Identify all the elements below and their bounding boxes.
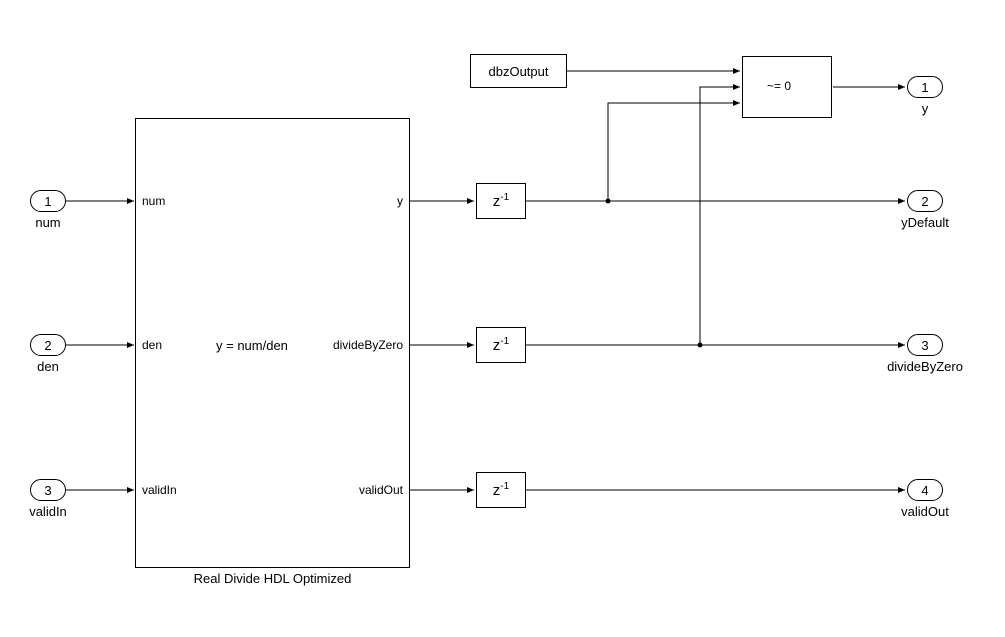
outport-y-label: y	[907, 101, 943, 116]
block-port-label-validout: validOut	[359, 483, 403, 497]
outport-ydefault-label: yDefault	[894, 215, 956, 230]
block-port-label-validin: validIn	[142, 483, 177, 497]
inport-num-label: num	[30, 215, 66, 230]
outport-ydefault[interactable]: 2	[907, 190, 943, 212]
block-delay-validout[interactable]: z-1	[476, 472, 526, 508]
block-switch[interactable]: ~= 0	[742, 56, 832, 118]
block-port-label-y: y	[397, 194, 403, 208]
block-switch-criteria: ~= 0	[767, 79, 791, 93]
block-port-label-num: num	[142, 194, 165, 208]
outport-y[interactable]: 1	[907, 76, 943, 98]
delay-exp: -1	[500, 192, 509, 203]
block-delay-y[interactable]: z-1	[476, 183, 526, 219]
outport-validout[interactable]: 4	[907, 479, 943, 501]
inport-validin-label: validIn	[22, 504, 74, 519]
block-constant-dbzoutput[interactable]: dbzOutput	[470, 54, 567, 88]
outport-validout-number: 4	[921, 483, 928, 498]
outport-validout-label: validOut	[894, 504, 956, 519]
simulink-canvas[interactable]: 1 num 2 den 3 validIn num den validIn y …	[0, 0, 1005, 637]
block-real-divide-hdl-optimized-label: Real Divide HDL Optimized	[135, 571, 410, 586]
inport-den-label: den	[30, 359, 66, 374]
block-delay-dividebyzero[interactable]: z-1	[476, 327, 526, 363]
block-constant-dbzoutput-text: dbzOutput	[489, 64, 549, 79]
block-real-divide-hdl-optimized[interactable]: num den validIn y divideByZero validOut …	[135, 118, 410, 568]
block-port-label-den: den	[142, 338, 162, 352]
block-center-expression: y = num/den	[216, 338, 288, 353]
inport-den-number: 2	[44, 338, 51, 353]
outport-y-number: 1	[921, 80, 928, 95]
delay-exp-2: -1	[500, 336, 509, 347]
inport-validin-number: 3	[44, 483, 51, 498]
block-port-label-dividebyzero: divideByZero	[333, 338, 403, 352]
outport-dividebyzero-number: 3	[921, 338, 928, 353]
inport-validin[interactable]: 3	[30, 479, 66, 501]
outport-ydefault-number: 2	[921, 194, 928, 209]
outport-dividebyzero[interactable]: 3	[907, 334, 943, 356]
inport-den[interactable]: 2	[30, 334, 66, 356]
inport-num[interactable]: 1	[30, 190, 66, 212]
outport-dividebyzero-label: divideByZero	[880, 359, 970, 374]
inport-num-number: 1	[44, 194, 51, 209]
delay-exp-3: -1	[500, 481, 509, 492]
